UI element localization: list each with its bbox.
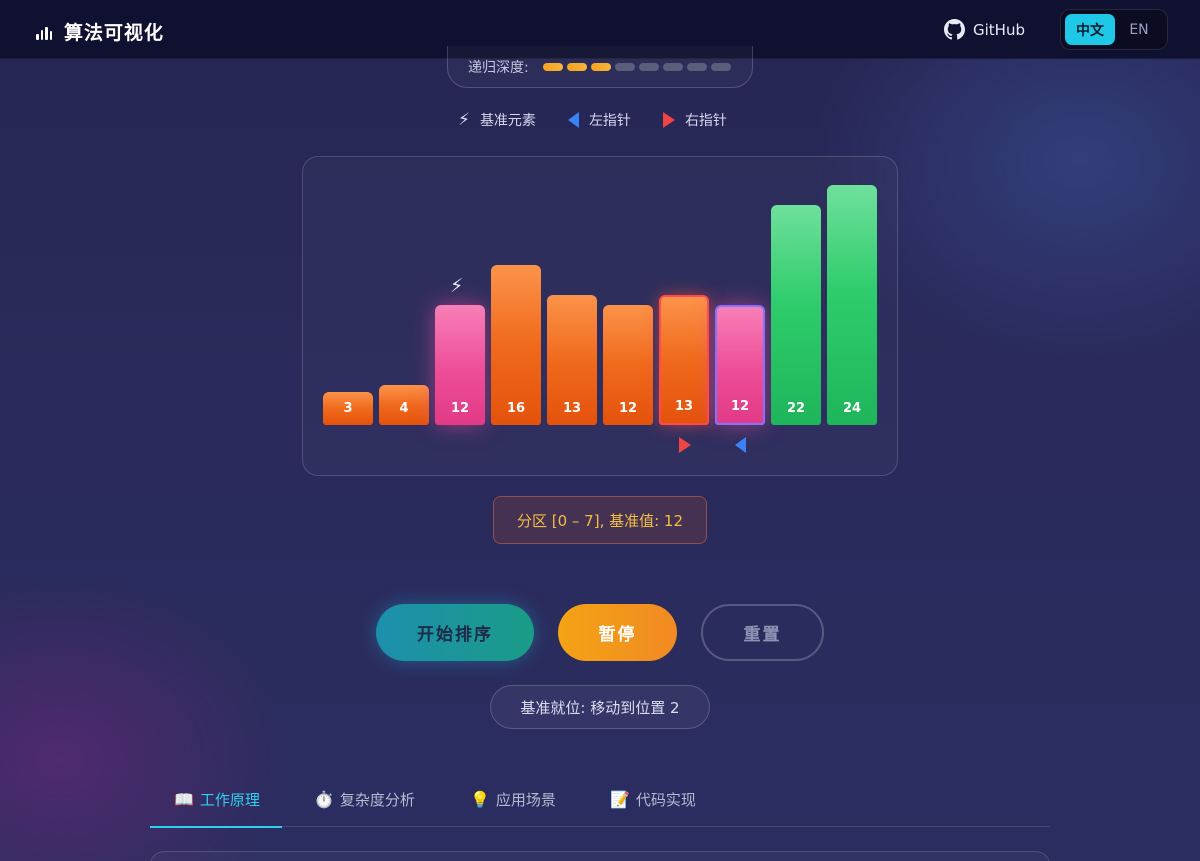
array-bar: 24: [827, 185, 877, 425]
app-title: 算法可视化: [64, 22, 165, 44]
left-pointer-icon: [735, 437, 746, 453]
stopwatch-icon: ⏱️: [314, 789, 334, 809]
tab-complexity[interactable]: ⏱️ 复杂度分析: [314, 771, 415, 827]
language-switcher: 中文 EN: [1060, 9, 1168, 50]
legend-left-label: 左指针: [588, 113, 631, 129]
pause-button[interactable]: 暂停: [558, 604, 677, 661]
github-icon: [944, 19, 965, 40]
tab-content-panel: [150, 851, 1050, 861]
depth-dot: [566, 62, 587, 71]
reset-button[interactable]: 重置: [701, 604, 824, 661]
array-bar: 13: [659, 295, 709, 425]
depth-dot: [614, 62, 635, 71]
lightbulb-icon: 💡: [470, 789, 490, 809]
depth-dot: [638, 62, 659, 71]
start-sort-button[interactable]: 开始排序: [376, 604, 534, 661]
depth-dots: [542, 62, 731, 71]
recursion-depth-indicator: 递归深度:: [447, 46, 753, 88]
pivot-marker-icon: ⚡: [450, 275, 464, 297]
legend-right-pointer: 右指针: [662, 110, 727, 130]
lang-en-button[interactable]: EN: [1115, 14, 1163, 45]
legend-left-pointer: 左指针: [567, 110, 631, 130]
array-bar: 12: [435, 305, 485, 425]
depth-dot: [590, 62, 611, 71]
array-bar: 4: [379, 385, 429, 425]
depth-dot: [710, 62, 731, 71]
tab-use-cases[interactable]: 💡 应用场景: [470, 771, 556, 827]
triangle-right-icon: [662, 112, 675, 128]
depth-dot: [686, 62, 707, 71]
tab-label: 代码实现: [635, 790, 696, 809]
app-logo[interactable]: 算法可视化: [36, 18, 164, 45]
depth-label: 递归深度:: [468, 59, 529, 76]
github-link[interactable]: GitHub: [944, 19, 1025, 40]
array-bar: 22: [771, 205, 821, 425]
lightning-icon: ⚡: [458, 110, 470, 130]
tab-label: 工作原理: [199, 790, 260, 809]
array-bar: 3: [323, 392, 373, 425]
partition-info: 分区 [0 – 7], 基准值: 12: [493, 496, 707, 544]
legend-pivot: ⚡ 基准元素: [458, 110, 536, 130]
triangle-left-icon: [567, 112, 579, 128]
bar-chart-icon: [36, 24, 52, 40]
legend-pivot-label: 基准元素: [479, 113, 536, 129]
tab-how-it-works[interactable]: 📖 工作原理: [150, 771, 282, 828]
right-pointer-icon: [679, 437, 691, 453]
array-bar: 12: [715, 305, 765, 425]
chart-legend: ⚡ 基准元素 左指针 右指针: [458, 110, 727, 130]
step-status: 基准就位: 移动到位置 2: [490, 685, 710, 729]
memo-icon: 📝: [610, 789, 630, 809]
array-bar: 16: [491, 265, 541, 425]
book-icon: 📖: [174, 789, 194, 809]
array-bar: 12: [603, 305, 653, 425]
tab-code[interactable]: 📝 代码实现: [610, 771, 696, 827]
sorting-chart: 3 4 12 ⚡ 16 13 12 13 12 22 24: [302, 156, 898, 476]
depth-dot: [662, 62, 683, 71]
tab-label: 复杂度分析: [339, 790, 415, 809]
tab-label: 应用场景: [495, 790, 556, 809]
depth-dot: [542, 62, 563, 71]
info-tabs: 📖 工作原理 ⏱️ 复杂度分析 💡 应用场景 📝 代码实现: [150, 771, 1050, 828]
lang-zh-button[interactable]: 中文: [1065, 14, 1115, 45]
array-bar: 13: [547, 295, 597, 425]
legend-right-label: 右指针: [684, 113, 727, 129]
github-label: GitHub: [973, 20, 1025, 39]
